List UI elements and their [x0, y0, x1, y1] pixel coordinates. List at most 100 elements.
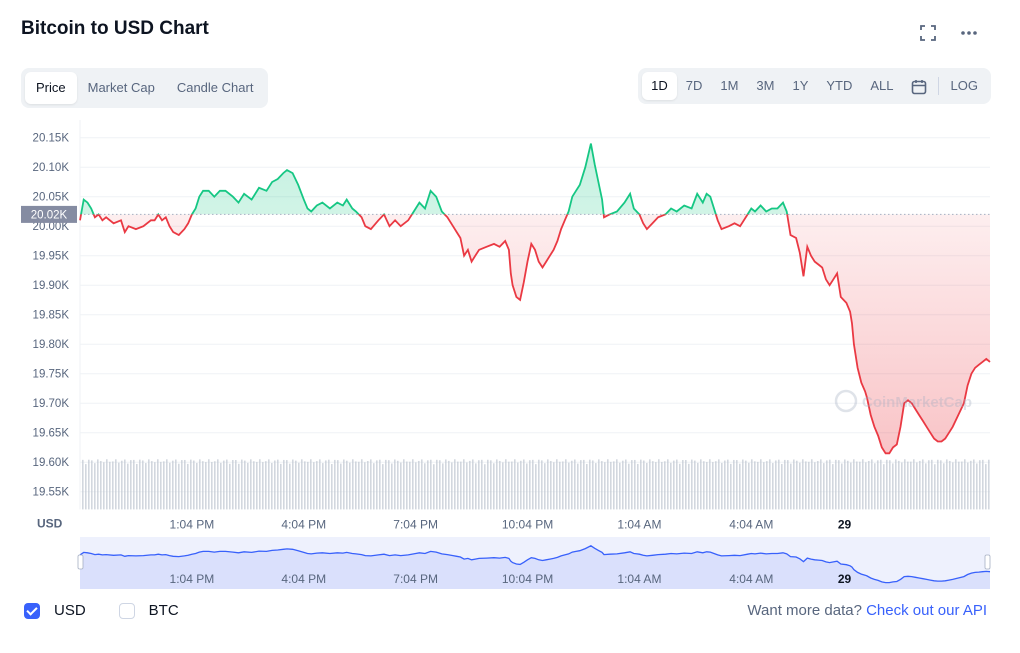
range-1d[interactable]: 1D	[642, 72, 677, 100]
volume-bar	[361, 459, 363, 510]
volume-bar	[871, 459, 873, 510]
navigator-handle-right[interactable]	[984, 554, 991, 570]
volume-bar	[475, 463, 477, 510]
volume-bar	[394, 459, 396, 510]
navigator-tick-label: 1:04 PM	[170, 572, 215, 586]
tab-candle-chart[interactable]: Candle Chart	[166, 72, 265, 104]
volume-bar	[793, 459, 795, 510]
volume-bar	[439, 460, 441, 510]
volume-bar	[280, 463, 282, 510]
calendar-icon[interactable]	[903, 72, 935, 100]
volume-bar	[376, 460, 378, 510]
volume-bar	[451, 462, 453, 510]
volume-bar	[310, 459, 312, 510]
volume-bar	[937, 459, 939, 510]
volume-bar	[850, 462, 852, 510]
api-prompt: Want more data?	[747, 602, 862, 619]
range-7d[interactable]: 7D	[677, 72, 712, 100]
volume-bar	[979, 460, 981, 510]
tab-price[interactable]: Price	[25, 72, 77, 104]
chart-type-tabs: Price Market Cap Candle Chart	[21, 68, 269, 108]
usd-checkbox[interactable]	[24, 602, 40, 619]
volume-bar	[319, 459, 321, 510]
navigator-tick-label: 29	[838, 572, 852, 586]
volume-bar	[151, 461, 153, 510]
volume-bar	[952, 462, 954, 510]
volume-bar	[940, 460, 942, 510]
volume-bar	[169, 462, 171, 510]
volume-bar	[97, 459, 99, 510]
volume-bar	[814, 462, 816, 510]
y-tick-label: 20.00K	[33, 221, 70, 233]
volume-bar	[796, 460, 798, 510]
watermark: CoinMarketCap	[834, 389, 972, 413]
volume-bar	[421, 459, 423, 510]
navigator-handle-left[interactable]	[77, 554, 84, 570]
volume-bar	[802, 459, 804, 510]
volume-bar	[85, 464, 87, 510]
volume-bar	[103, 462, 105, 510]
volume-bar	[958, 461, 960, 510]
volume-bar	[184, 459, 186, 510]
volume-bar	[616, 459, 618, 510]
range-1y[interactable]: 1Y	[783, 72, 817, 100]
volume-bar	[166, 459, 168, 510]
volume-bar	[331, 464, 333, 510]
volume-bar	[424, 463, 426, 510]
volume-bar	[235, 460, 237, 510]
volume-bar	[160, 461, 162, 510]
volume-bar	[262, 462, 264, 510]
volume-bar	[196, 462, 198, 510]
api-link[interactable]: Check out our API	[866, 602, 987, 619]
volume-bar	[886, 459, 888, 510]
volume-bar	[553, 462, 555, 510]
navigator-tick-label: 10:04 PM	[502, 572, 553, 586]
volume-bar	[799, 462, 801, 510]
navigator-tick-label: 4:04 AM	[729, 572, 773, 586]
volume-bar	[460, 461, 462, 510]
volume-bar	[769, 459, 771, 510]
y-tick-label: 19.80K	[33, 339, 70, 351]
volume-bar	[91, 460, 93, 510]
volume-bar	[172, 460, 174, 510]
volume-bar	[472, 459, 474, 510]
range-1m[interactable]: 1M	[711, 72, 747, 100]
volume-bar	[346, 460, 348, 510]
volume-bar	[586, 464, 588, 510]
volume-bar	[760, 459, 762, 510]
volume-bar	[598, 459, 600, 510]
volume-bar	[547, 459, 549, 510]
volume-bar	[913, 459, 915, 510]
volume-bar	[541, 460, 543, 510]
volume-bar	[976, 463, 978, 510]
volume-bar	[868, 460, 870, 510]
volume-bar	[721, 462, 723, 510]
more-options-icon[interactable]	[958, 24, 980, 46]
log-scale-toggle[interactable]: LOG	[942, 72, 987, 100]
range-all[interactable]: ALL	[861, 72, 902, 100]
fullscreen-icon[interactable]	[917, 24, 939, 46]
volume-bar	[112, 461, 114, 510]
volume-bar	[970, 460, 972, 510]
volume-bar	[325, 460, 327, 510]
volume-bar	[358, 461, 360, 510]
volume-bar	[496, 459, 498, 510]
volume-bar	[844, 459, 846, 510]
volume-bar	[397, 460, 399, 510]
volume-bar	[595, 463, 597, 510]
range-ytd[interactable]: YTD	[817, 72, 861, 100]
range-3m[interactable]: 3M	[747, 72, 783, 100]
volume-bar	[775, 460, 777, 510]
volume-bar	[928, 460, 930, 510]
volume-bar	[412, 459, 414, 510]
volume-bar	[805, 461, 807, 510]
volume-bar	[823, 463, 825, 510]
volume-bar	[208, 459, 210, 510]
volume-bar	[655, 462, 657, 510]
price-chart[interactable]: 20.15K 20.10K 20.05K 20.00K 19.95K 19.90K 19.8…	[0, 115, 1020, 593]
tab-market-cap[interactable]: Market Cap	[77, 72, 166, 104]
volume-bar	[148, 459, 150, 510]
volume-bar	[778, 459, 780, 510]
btc-checkbox[interactable]	[118, 602, 135, 619]
volume-bar	[685, 459, 687, 510]
